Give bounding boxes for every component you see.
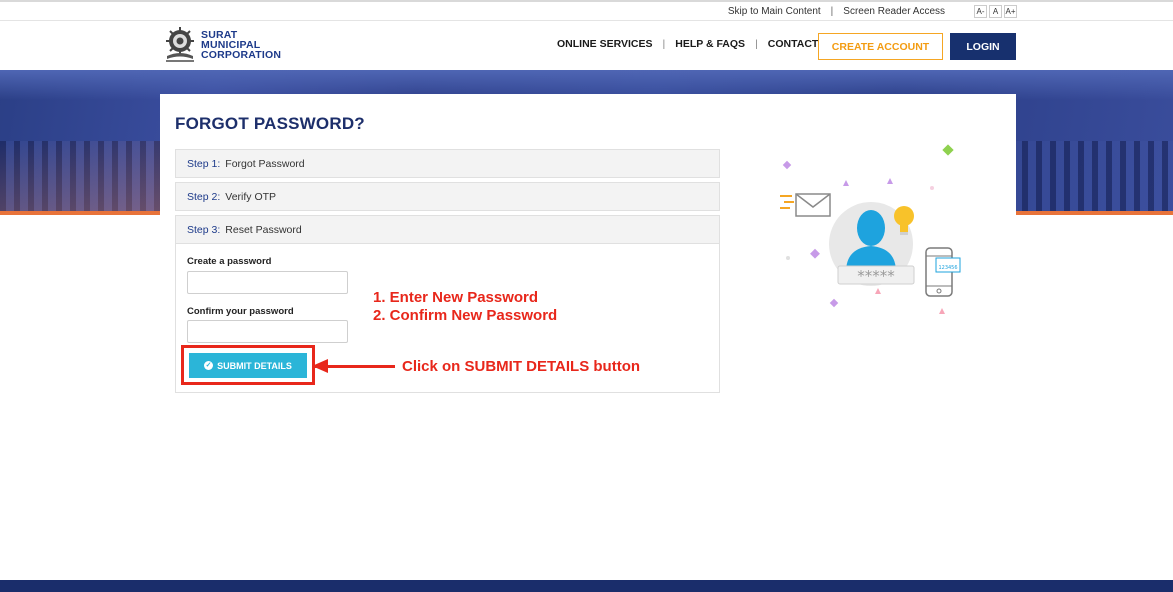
skip-to-main-link[interactable]: Skip to Main Content [728,6,821,17]
nav-help-faqs[interactable]: HELP & FAQS [675,38,745,50]
envelope-icon [780,193,831,217]
submit-details-button[interactable]: ✓ SUBMIT DETAILS [189,353,307,378]
phone-otp-icon: 123456 [925,247,961,297]
password-field-icon: ***** [837,265,915,285]
svg-text:*****: ***** [857,267,895,285]
confetti-icon [887,178,893,184]
create-password-label: Create a password [187,256,272,267]
screen-reader-link[interactable]: Screen Reader Access [843,6,945,17]
annotation-step-2: 2. Confirm New Password [373,307,558,324]
step-forgot-password[interactable]: Step 1: Forgot Password [175,149,720,178]
confetti-icon [930,186,934,190]
nav-divider: | [662,38,666,50]
page-title: FORGOT PASSWORD? [175,114,365,133]
step-number: Step 3: [187,223,221,236]
site-header: SURAT MUNICIPAL CORPORATION ONLINE SERVI… [0,22,1173,70]
nav-divider: | [755,38,758,50]
step-verify-otp[interactable]: Step 2: Verify OTP [175,182,720,211]
step-number: Step 1: [187,157,221,170]
svg-text:123456: 123456 [938,265,957,271]
confetti-icon [782,160,792,170]
font-increase-button[interactable]: A+ [1004,5,1017,18]
step-label: Forgot Password [225,157,305,170]
login-button[interactable]: LOGIN [950,33,1016,60]
check-circle-icon: ✓ [204,361,214,370]
confirm-password-label: Confirm your password [187,306,294,317]
create-password-input[interactable] [187,271,348,294]
logo-line-3: CORPORATION [201,49,282,61]
annotation-step-1: 1. Enter New Password [373,289,539,306]
annotation-click-submit: Click on SUBMIT DETAILS button [402,358,641,375]
confetti-icon [939,308,945,314]
smc-logo[interactable]: SURAT MUNICIPAL CORPORATION [163,25,293,65]
emblem-icon [166,27,194,62]
nav-contact[interactable]: CONTACT [768,38,819,50]
separator: | [830,6,834,17]
step-reset-password[interactable]: Step 3: Reset Password [175,215,720,244]
steps-accordion: Step 1: Forgot Password Step 2: Verify O… [175,149,720,393]
utility-bar: Skip to Main Content | Screen Reader Acc… [0,0,1173,21]
nav-online-services[interactable]: ONLINE SERVICES [557,38,653,50]
step-number: Step 2: [187,190,221,203]
confetti-icon [843,180,849,186]
font-decrease-button[interactable]: A- [974,5,987,18]
submit-highlight-box: ✓ SUBMIT DETAILS [181,345,315,385]
confetti-icon [942,144,954,156]
submit-label: SUBMIT DETAILS [217,360,292,371]
confetti-icon [810,248,820,259]
confetti-icon [786,256,790,260]
confirm-password-input[interactable] [187,320,348,343]
confetti-icon [829,298,839,308]
font-normal-button[interactable]: A [989,5,1002,18]
main-nav: ONLINE SERVICES | HELP & FAQS | CONTACT [557,38,818,50]
page: Skip to Main Content | Screen Reader Acc… [0,0,1173,592]
logo-text: SURAT MUNICIPAL CORPORATION [201,30,282,61]
step-label: Verify OTP [225,190,277,203]
step-label: Reset Password [225,223,302,236]
arrow-left-icon [312,359,328,373]
create-account-button[interactable]: CREATE ACCOUNT [818,33,943,60]
font-size-controls: A- A A+ [974,5,1017,18]
confetti-icon [875,288,881,294]
site-footer [0,580,1173,592]
utility-links: Skip to Main Content | Screen Reader Acc… [728,6,1015,17]
password-reset-illustration-icon: ***** 123456 [780,144,961,314]
